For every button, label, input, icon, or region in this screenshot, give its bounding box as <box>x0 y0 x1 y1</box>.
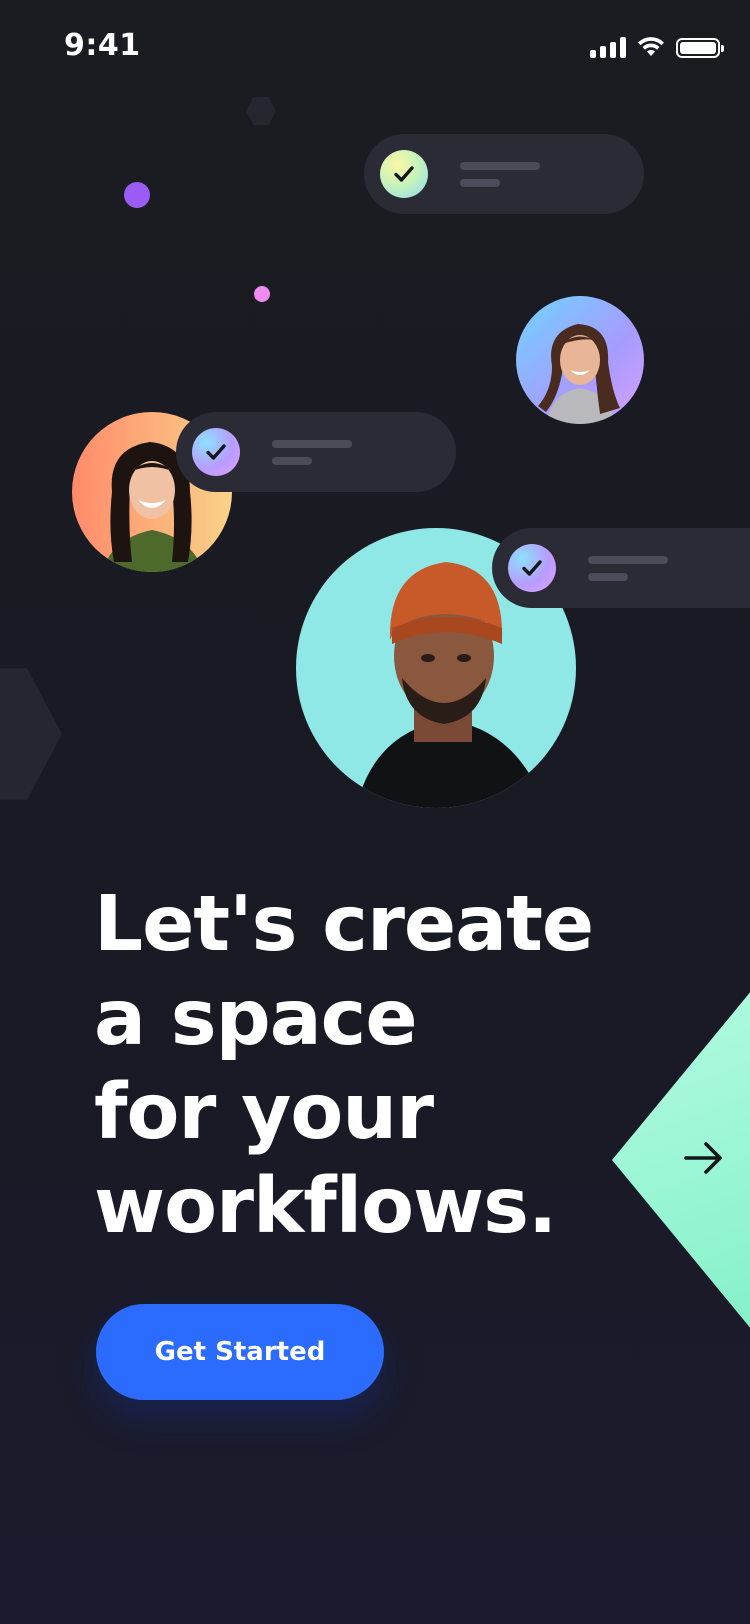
headline-line: for your <box>94 1068 434 1157</box>
check-icon <box>380 150 428 198</box>
purple-dot <box>124 182 150 208</box>
avatar-woman-laughing <box>516 296 644 424</box>
hero-headline: Let's create a space for your workflows. <box>94 878 594 1254</box>
placeholder-lines <box>460 161 540 187</box>
get-started-button[interactable]: Get Started <box>96 1304 384 1400</box>
battery-icon <box>676 38 724 58</box>
next-button[interactable] <box>612 990 750 1330</box>
wifi-icon <box>636 36 666 58</box>
task-card <box>176 412 456 492</box>
placeholder-lines <box>588 555 668 581</box>
hexagon-decoration-large <box>0 668 62 800</box>
task-card <box>492 528 750 608</box>
onboarding-screen: 9:41 Let's create a space for your workf… <box>0 0 750 1624</box>
status-time: 9:41 <box>64 28 141 63</box>
hexagon-decoration <box>246 96 276 126</box>
check-icon <box>508 544 556 592</box>
arrow-right-icon[interactable] <box>682 1136 726 1180</box>
headline-line: Let's create <box>94 880 594 969</box>
signal-icon <box>590 36 626 58</box>
task-card <box>364 134 644 214</box>
status-icons <box>590 34 724 58</box>
pink-dot <box>254 286 270 302</box>
check-icon <box>192 428 240 476</box>
placeholder-lines <box>272 439 352 465</box>
headline-line: a space <box>94 974 418 1063</box>
headline-line: workflows. <box>94 1162 557 1251</box>
